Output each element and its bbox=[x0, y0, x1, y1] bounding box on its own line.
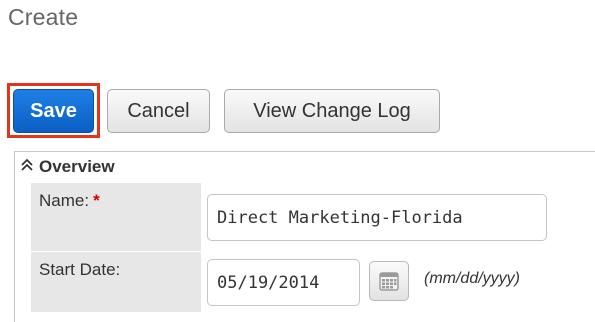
name-label-text: Name: bbox=[39, 191, 90, 210]
overview-panel-header[interactable]: Overview bbox=[20, 157, 115, 177]
date-format-hint: (mm/dd/yyyy) bbox=[424, 270, 520, 287]
overview-panel-title: Overview bbox=[39, 157, 115, 176]
double-chevron-up-icon[interactable] bbox=[20, 157, 34, 177]
start-date-input[interactable]: 05/19/2014 bbox=[207, 259, 360, 306]
cancel-button[interactable]: Cancel bbox=[107, 89, 210, 133]
name-input-value: Direct Marketing-Florida bbox=[217, 207, 463, 228]
name-input[interactable]: Direct Marketing-Florida bbox=[207, 194, 547, 241]
calendar-button[interactable] bbox=[369, 261, 409, 301]
save-button[interactable]: Save bbox=[13, 89, 94, 133]
start-date-label-text: Start Date: bbox=[39, 260, 121, 279]
name-field-label: Name: * bbox=[31, 183, 201, 251]
start-date-field-label: Start Date: bbox=[31, 252, 201, 312]
calendar-icon bbox=[379, 272, 399, 291]
page-title: Create bbox=[8, 4, 79, 30]
required-marker: * bbox=[93, 191, 100, 210]
view-change-log-button[interactable]: View Change Log bbox=[224, 89, 440, 133]
start-date-input-value: 05/19/2014 bbox=[217, 272, 320, 293]
